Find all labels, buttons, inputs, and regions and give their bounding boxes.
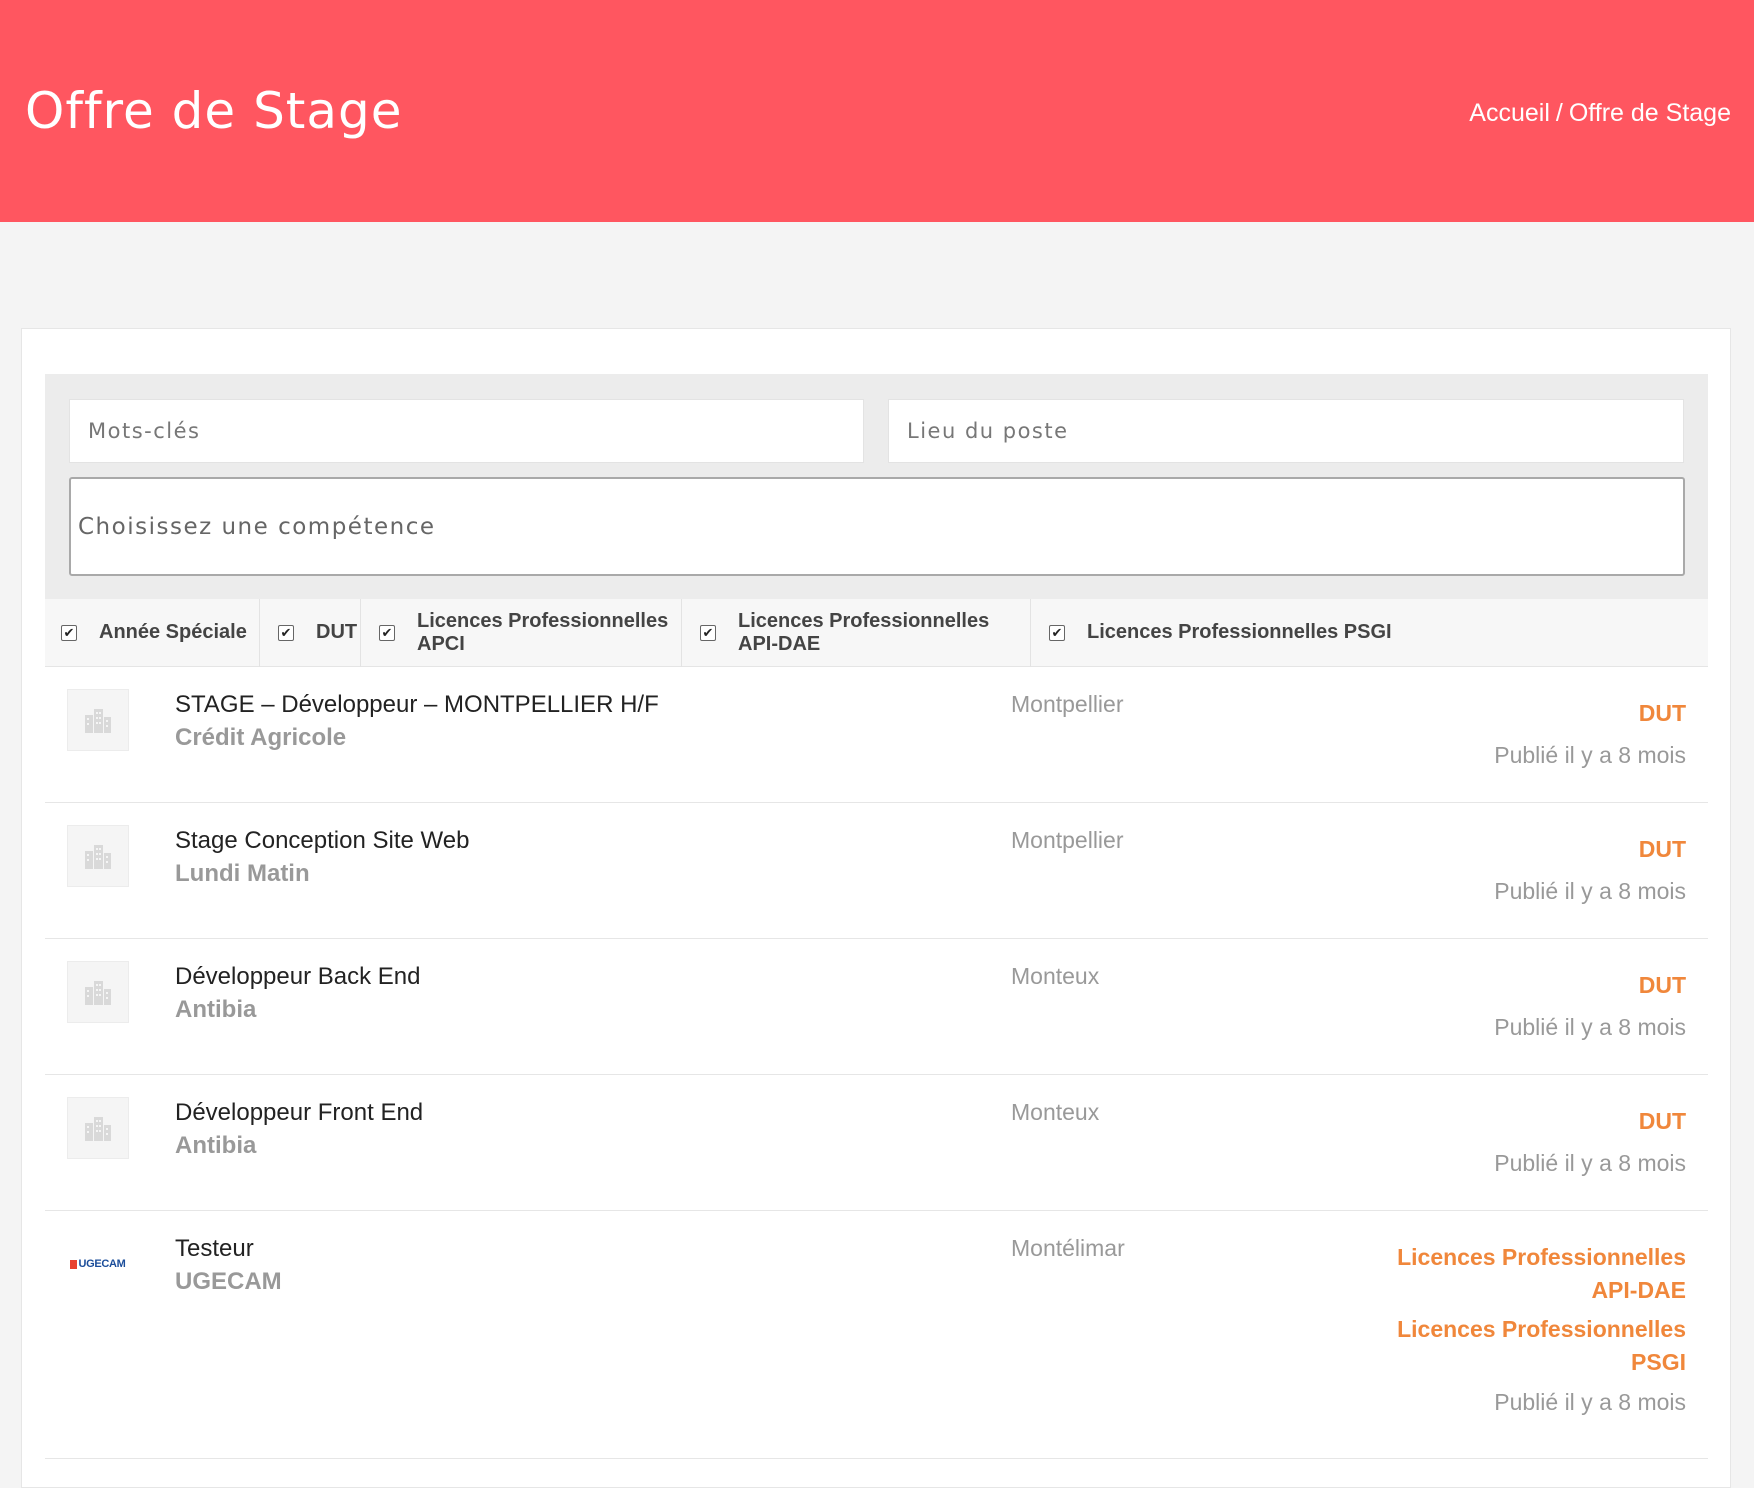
job-listing-card: Mots-clés Lieu du poste Choisissez une c… <box>21 328 1731 1488</box>
filter-checkbox[interactable]: ✔ <box>1049 624 1065 641</box>
building-icon <box>67 825 129 887</box>
filter-checkbox[interactable]: ✔ <box>379 624 395 641</box>
job-title[interactable]: STAGE – Développeur – MONTPELLIER H/F <box>175 691 659 719</box>
published-date: Publié il y a 8 mois <box>1494 878 1686 904</box>
building-icon <box>67 689 129 751</box>
program-tag: Licences Professionnelles PSGI <box>1397 1316 1686 1375</box>
job-meta: Licences Professionnelles API-DAE Licence… <box>1356 1241 1686 1416</box>
program-tag: Licences Professionnelles API-DAE <box>1397 1244 1686 1303</box>
job-meta: DUT Publié il y a 8 mois <box>1356 697 1686 769</box>
job-title[interactable]: Testeur <box>175 1235 254 1263</box>
job-row[interactable]: Développeur Front End Antibia Monteux DUT Pu… <box>45 1075 1708 1211</box>
page-title: Offre de Stage <box>25 82 403 140</box>
job-location: Montpellier <box>1011 827 1124 853</box>
job-row[interactable]: Stage Conception Site Web Lundi Matin Mont… <box>45 803 1708 939</box>
filter-label: Licences Professionnelles PSGI <box>1087 621 1392 643</box>
company-logo: UGECAM <box>67 1233 129 1295</box>
job-list: STAGE – Développeur – MONTPELLIER H/F Cré… <box>45 667 1708 1459</box>
keywords-input[interactable]: Mots-clés <box>69 399 864 463</box>
filter-option[interactable]: ✔ DUT <box>260 598 361 667</box>
filter-option[interactable]: ✔ Année Spéciale <box>45 598 260 667</box>
job-meta: DUT Publié il y a 8 mois <box>1356 1105 1686 1177</box>
program-tag: DUT <box>1638 1108 1686 1134</box>
job-location: Montélimar <box>1011 1235 1125 1261</box>
job-row[interactable]: UGECAM Testeur UGECAM Montélimar Licences Pr… <box>45 1211 1708 1459</box>
published-date: Publié il y a 8 mois <box>1494 1014 1686 1040</box>
filter-option[interactable]: ✔ Licences Professionnelles PSGI <box>1031 599 1708 667</box>
job-location: Monteux <box>1011 963 1100 989</box>
page-header: Offre de Stage Accueil / Offre de Stage <box>0 0 1754 222</box>
filter-label: Licences Professionnelles API-DAE <box>738 609 990 655</box>
building-icon <box>67 1097 129 1159</box>
filter-checkbox[interactable]: ✔ <box>61 624 77 641</box>
program-filter-bar: ✔ Année Spéciale ✔ DUT ✔ Licences Professionn… <box>45 598 1708 667</box>
job-title[interactable]: Développeur Front End <box>175 1099 423 1127</box>
company-name: Lundi Matin <box>175 860 310 887</box>
job-row[interactable]: Développeur Back End Antibia Monteux DUT Pub… <box>45 939 1708 1075</box>
company-name: Crédit Agricole <box>175 724 347 751</box>
program-tag: DUT <box>1638 700 1686 726</box>
ugecam-logo-text: UGECAM <box>78 1258 126 1270</box>
filter-option[interactable]: ✔ Licences Professionnelles APCI <box>361 598 682 667</box>
breadcrumb-current: Offre de Stage <box>1568 99 1731 127</box>
search-form: Mots-clés Lieu du poste Choisissez une c… <box>45 374 1708 599</box>
breadcrumb-home-link[interactable]: Accueil <box>1469 99 1550 127</box>
published-date: Publié il y a 8 mois <box>1494 742 1686 768</box>
breadcrumb: Accueil / Offre de Stage <box>1469 99 1731 128</box>
filter-checkbox[interactable]: ✔ <box>278 624 294 641</box>
job-meta: DUT Publié il y a 8 mois <box>1356 833 1686 905</box>
company-name: Antibia <box>175 1132 257 1159</box>
company-name: UGECAM <box>175 1268 282 1295</box>
program-tag: DUT <box>1638 972 1686 998</box>
filter-checkbox[interactable]: ✔ <box>700 624 716 641</box>
published-date: Publié il y a 8 mois <box>1494 1389 1686 1415</box>
skill-select[interactable]: Choisissez une compétence <box>69 477 1685 576</box>
published-date: Publié il y a 8 mois <box>1494 1150 1686 1176</box>
filter-label: Licences Professionnelles APCI <box>417 609 669 655</box>
program-tag: DUT <box>1638 836 1686 862</box>
company-name: Antibia <box>175 996 257 1023</box>
filter-option[interactable]: ✔ Licences Professionnelles API-DAE <box>682 598 1031 667</box>
job-title[interactable]: Développeur Back End <box>175 963 420 991</box>
filter-label: DUT <box>316 621 358 643</box>
job-title[interactable]: Stage Conception Site Web <box>175 827 469 855</box>
location-input[interactable]: Lieu du poste <box>888 399 1684 463</box>
job-location: Montpellier <box>1011 691 1124 717</box>
breadcrumb-separator: / <box>1555 99 1563 127</box>
filter-label: Année Spéciale <box>99 621 247 643</box>
job-location: Monteux <box>1011 1099 1100 1125</box>
building-icon <box>67 961 129 1023</box>
job-meta: DUT Publié il y a 8 mois <box>1356 969 1686 1041</box>
job-row[interactable]: STAGE – Développeur – MONTPELLIER H/F Cré… <box>45 667 1708 803</box>
